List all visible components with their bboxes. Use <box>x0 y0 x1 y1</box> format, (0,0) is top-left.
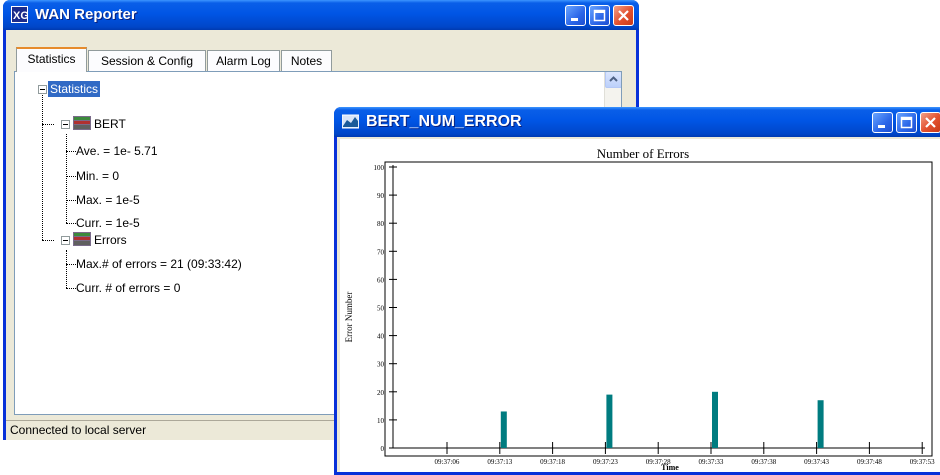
chart-window-title: BERT_NUM_ERROR <box>366 113 522 130</box>
bert-node-icon <box>73 116 91 130</box>
bert-num-error-window: BERT_NUM_ERROR Number of Errors Error Nu… <box>334 107 940 475</box>
maximize-icon <box>593 9 606 22</box>
y-tick-label: 60 <box>377 276 385 284</box>
y-tick-label: 50 <box>377 305 385 313</box>
scroll-up-button[interactable] <box>605 72 621 88</box>
wan-titlebar[interactable]: XG WAN Reporter <box>3 0 639 30</box>
chart-minimize-button[interactable] <box>872 112 893 133</box>
close-icon <box>618 10 629 21</box>
chart-window-icon <box>342 114 359 129</box>
bert-curr: Curr. = 1e-5 <box>76 216 140 230</box>
bar <box>712 391 718 448</box>
y-tick-label: 20 <box>377 389 385 397</box>
app-logo-icon: XG <box>11 6 28 23</box>
chart-titlebar[interactable]: BERT_NUM_ERROR <box>334 107 940 137</box>
close-button[interactable] <box>613 5 634 26</box>
bert-ave: Ave. = 1e- 5.71 <box>76 144 158 158</box>
bar <box>817 400 824 448</box>
tab-session-config[interactable]: Session & Config <box>88 50 206 71</box>
chart-maximize-button[interactable] <box>896 112 917 133</box>
collapse-errors-toggle[interactable] <box>61 236 70 245</box>
wan-window-title: WAN Reporter <box>35 6 137 23</box>
minimize-icon <box>571 18 578 21</box>
y-tick-label: 10 <box>377 417 385 425</box>
bert-min: Min. = 0 <box>76 169 120 183</box>
y-tick-label: 90 <box>377 192 385 200</box>
bar <box>606 394 613 448</box>
chart-title: Number of Errors <box>597 146 689 161</box>
y-axis-label: Error Number <box>344 292 354 343</box>
y-tick-label: 100 <box>374 164 385 172</box>
errors-node-icon <box>73 232 91 246</box>
tree-root-statistics[interactable]: Statistics <box>48 81 101 97</box>
bar <box>500 411 507 448</box>
svg-text:XG: XG <box>13 10 28 22</box>
tab-statistics[interactable]: Statistics <box>16 47 87 72</box>
tree-node-bert[interactable]: BERT <box>94 116 126 132</box>
y-tick-label: 80 <box>377 220 385 228</box>
errors-max: Max.# of errors = 21 (09:33:42) <box>76 257 242 271</box>
y-tick-label: 70 <box>377 248 385 256</box>
errors-curr: Curr. # of errors = 0 <box>76 281 181 295</box>
maximize-button[interactable] <box>589 5 610 26</box>
collapse-statistics-toggle[interactable] <box>38 85 47 94</box>
y-tick-label: 30 <box>377 361 385 369</box>
close-icon <box>925 117 936 128</box>
y-tick-label: 0 <box>381 445 385 453</box>
y-tick-label: 40 <box>377 333 385 341</box>
error-chart: Number of Errors Error Number Time 01020… <box>344 146 935 472</box>
bert-max: Max. = 1e-5 <box>76 193 140 207</box>
tab-notes[interactable]: Notes <box>281 50 332 71</box>
minimize-icon <box>878 125 885 128</box>
minimize-button[interactable] <box>565 5 586 26</box>
tree-node-errors[interactable]: Errors <box>94 232 127 248</box>
maximize-icon <box>900 116 913 129</box>
chevron-up-icon <box>609 76 618 82</box>
collapse-bert-toggle[interactable] <box>61 120 70 129</box>
plot-frame <box>384 161 933 457</box>
chart-close-button[interactable] <box>920 112 940 133</box>
chart-client-area: Number of Errors Error Number Time 0 10 20… <box>340 139 940 472</box>
tab-alarm-log[interactable]: Alarm Log <box>207 50 280 71</box>
